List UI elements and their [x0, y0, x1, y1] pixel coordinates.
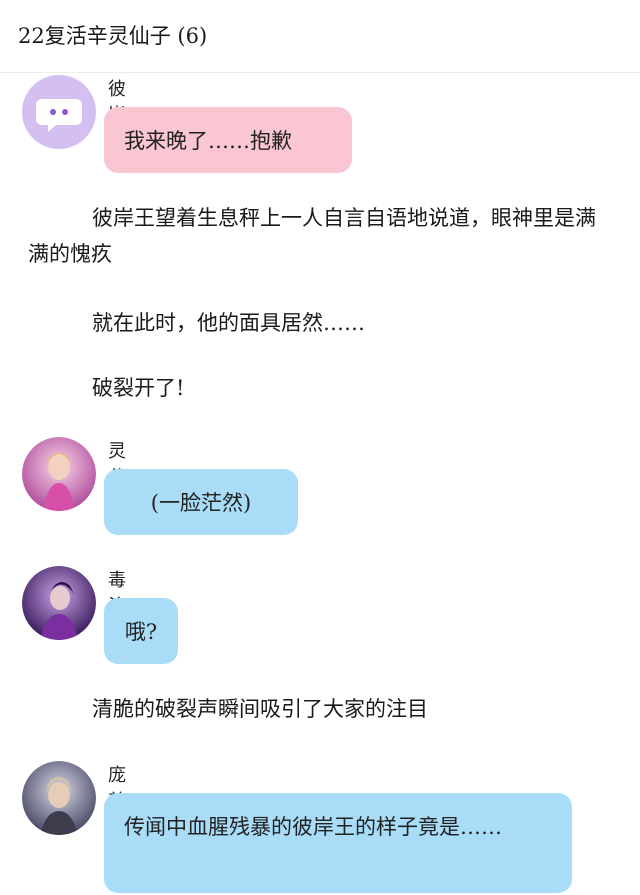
chat-title: 22复活辛灵仙子 (6)	[18, 24, 208, 48]
character-portrait-icon	[22, 761, 96, 835]
avatar[interactable]	[22, 75, 96, 149]
chat-bubble-icon	[22, 75, 96, 149]
character-portrait-icon	[22, 566, 96, 640]
message-bubble: 哦?	[104, 598, 178, 664]
avatar[interactable]	[22, 437, 96, 511]
chat-header: 22复活辛灵仙子 (6)	[0, 0, 640, 73]
avatar[interactable]	[22, 566, 96, 640]
narration-text: 就在此时，他的面具居然……	[92, 311, 365, 335]
narration-text: 彼岸王望着生息秤上一人自言自语地说道，眼神里是满满的愧疚	[28, 206, 596, 266]
message-bubble: (一脸茫然)	[104, 469, 298, 535]
avatar[interactable]	[22, 761, 96, 835]
character-portrait-icon	[22, 437, 96, 511]
narration-text: 清脆的破裂声瞬间吸引了大家的注目	[92, 697, 428, 721]
message-bubble: 传闻中血腥残暴的彼岸王的样子竟是……	[104, 793, 572, 893]
narration-text: 破裂开了!	[92, 376, 185, 400]
message-bubble: 我来晚了……抱歉	[104, 107, 352, 173]
